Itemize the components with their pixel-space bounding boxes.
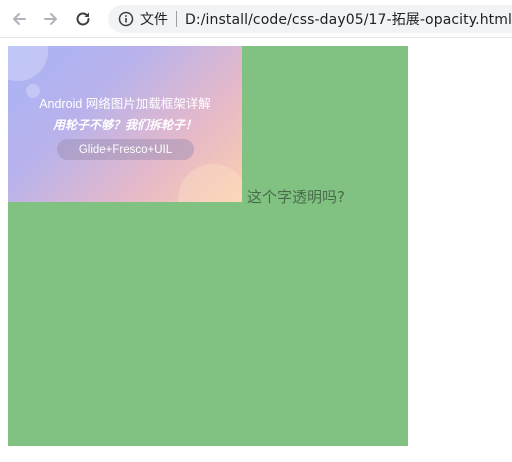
banner-bubble — [178, 164, 242, 202]
back-button[interactable] — [6, 6, 32, 32]
browser-toolbar: 文件 D:/install/code/css-day05/17-拓展-opaci… — [0, 0, 512, 38]
banner-title: Android 网络图片加载框架详解 — [39, 97, 211, 111]
banner-subtitle: 用轮子不够？我们拆轮子！ — [52, 118, 197, 132]
url-text[interactable]: D:/install/code/css-day05/17-拓展-opacity.… — [185, 9, 512, 29]
opacity-caption: 这个字透明吗? — [247, 188, 345, 206]
banner-image: Android 网络图片加载框架详解 用轮子不够？我们拆轮子！ Glide+Fr… — [8, 46, 242, 202]
reload-icon — [74, 10, 92, 28]
address-bar[interactable]: 文件 D:/install/code/css-day05/17-拓展-opaci… — [108, 5, 512, 33]
banner-tag: Glide+Fresco+UIL — [57, 139, 194, 160]
omnibox-divider — [176, 11, 177, 27]
arrow-left-icon — [10, 10, 28, 28]
arrow-right-icon — [42, 10, 60, 28]
green-box: Android 网络图片加载框架详解 用轮子不够？我们拆轮子！ Glide+Fr… — [8, 46, 408, 446]
forward-button[interactable] — [38, 6, 64, 32]
banner-bubble — [8, 46, 48, 81]
info-icon[interactable] — [118, 11, 134, 27]
reload-button[interactable] — [70, 6, 96, 32]
scheme-label: 文件 — [140, 12, 168, 28]
